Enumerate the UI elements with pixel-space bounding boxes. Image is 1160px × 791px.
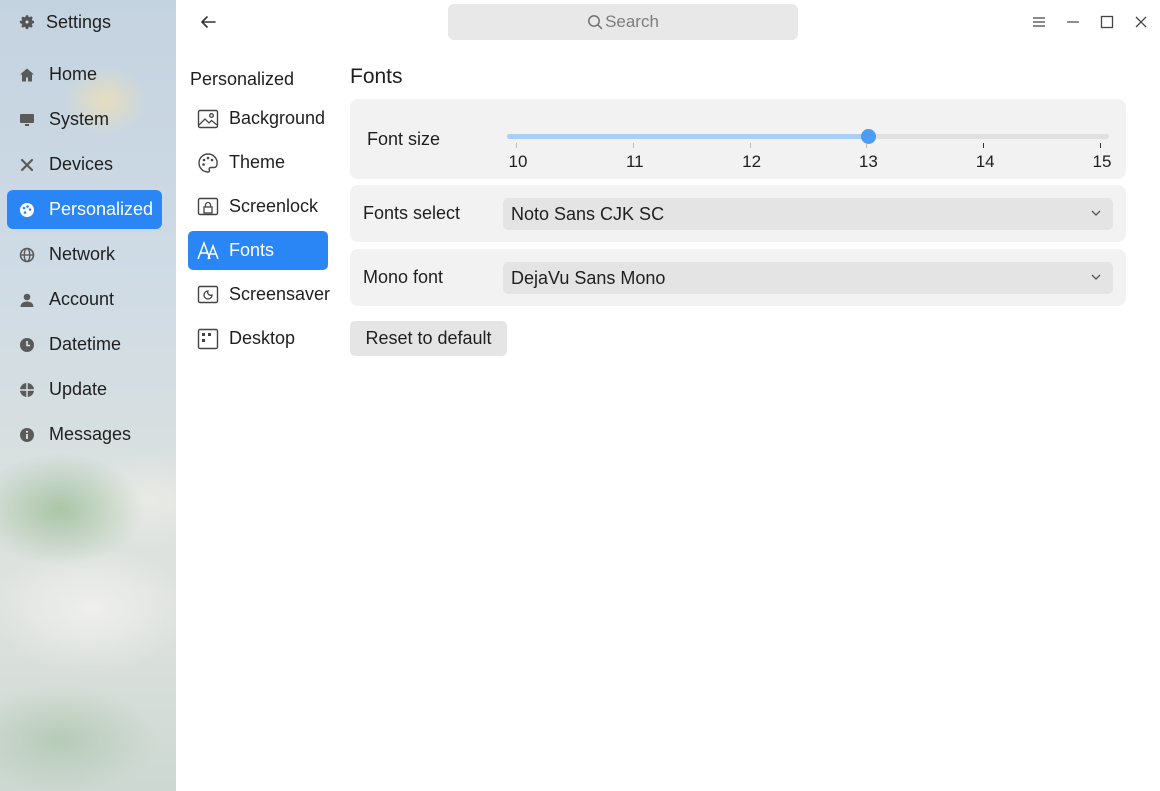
sidebar-item-account[interactable]: Account xyxy=(7,280,162,319)
subnav-item-label: Background xyxy=(229,108,326,128)
back-arrow-icon xyxy=(201,16,216,28)
maximize-icon xyxy=(1100,15,1114,29)
chevron-down-icon xyxy=(1091,274,1101,280)
slider-fill xyxy=(507,134,869,139)
sidebar-item-network[interactable]: Network xyxy=(7,235,162,274)
clock-icon xyxy=(19,337,35,353)
mono-font-value: DejaVu Sans Mono xyxy=(511,267,666,288)
chevron-down-icon xyxy=(1091,210,1101,216)
sidebar-item-label: Devices xyxy=(49,154,114,174)
search-placeholder: Search xyxy=(605,12,659,31)
menu-icon xyxy=(1033,17,1045,27)
subnav-title: Personalized xyxy=(190,69,295,89)
slider-tick-label: 14 xyxy=(975,152,995,171)
slider-tick xyxy=(632,143,634,148)
page-title: Fonts xyxy=(350,65,403,88)
fonts-select-label: Fonts select xyxy=(363,203,461,223)
subnav-item-label: Screenlock xyxy=(229,196,319,216)
font-size-card: Font size 10 11 12 13 14 15 xyxy=(350,99,1126,179)
sidebar-item-home[interactable]: Home xyxy=(7,55,162,94)
slider-tick xyxy=(983,143,985,148)
fonts-select-dropdown[interactable]: Noto Sans CJK SC xyxy=(503,198,1113,230)
sidebar-nav: Home System Devices Personalized Network… xyxy=(7,55,162,460)
sidebar: Settings Home System Devices Personalize… xyxy=(0,0,176,791)
user-icon xyxy=(19,292,35,308)
sidebar-item-messages[interactable]: Messages xyxy=(7,415,162,454)
sidebar-item-personalized[interactable]: Personalized xyxy=(7,190,162,229)
slider-tick-label: 15 xyxy=(1092,152,1112,171)
globe-icon xyxy=(19,247,35,263)
subnav-item-theme[interactable]: Theme xyxy=(188,143,328,182)
font-size-slider[interactable] xyxy=(507,129,1109,144)
monitor-icon xyxy=(19,112,35,128)
sidebar-item-devices[interactable]: Devices xyxy=(7,145,162,184)
slider-tick-label: 13 xyxy=(858,152,878,171)
reset-to-default-button[interactable]: Reset to default xyxy=(350,321,507,356)
app-title: Settings xyxy=(46,11,112,32)
desktop-grid-icon xyxy=(197,328,219,350)
subnav-item-desktop[interactable]: Desktop xyxy=(188,319,328,358)
close-icon xyxy=(1135,16,1147,28)
fonts-select-value: Noto Sans CJK SC xyxy=(511,203,665,224)
subnav-item-label: Desktop xyxy=(229,328,296,348)
subnav-item-screenlock[interactable]: Screenlock xyxy=(188,187,328,226)
screenlock-icon xyxy=(197,196,219,218)
maximize-button[interactable] xyxy=(1097,12,1117,32)
font-size-label: Font size xyxy=(367,129,441,149)
subnav-item-fonts[interactable]: Fonts xyxy=(188,231,328,270)
sidebar-item-label: Messages xyxy=(49,424,132,444)
sidebar-item-label: System xyxy=(49,109,110,129)
fonts-select-card: Fonts select Noto Sans CJK SC xyxy=(350,185,1126,242)
slider-tick-label: 10 xyxy=(508,152,528,171)
home-icon xyxy=(19,67,35,83)
sidebar-item-label: Account xyxy=(49,289,115,309)
sidebar-item-system[interactable]: System xyxy=(7,100,162,139)
palette-icon xyxy=(197,152,219,174)
subnav-item-screensaver[interactable]: Screensaver xyxy=(188,275,331,314)
mono-font-dropdown[interactable]: DejaVu Sans Mono xyxy=(503,262,1113,294)
app-title-bar: Settings xyxy=(18,9,111,35)
sidebar-item-label: Home xyxy=(49,64,98,84)
subnav-item-label: Screensaver xyxy=(229,284,331,304)
menu-button[interactable] xyxy=(1029,12,1049,32)
slider-tick xyxy=(516,143,517,148)
slider-tick xyxy=(749,143,751,148)
sidebar-item-label: Personalized xyxy=(49,199,154,219)
subnav-item-label: Fonts xyxy=(229,240,275,260)
sidebar-item-label: Datetime xyxy=(49,334,122,354)
back-button[interactable] xyxy=(196,10,220,34)
slider-tick-label: 11 xyxy=(625,152,644,171)
gear-icon xyxy=(19,15,35,29)
update-icon xyxy=(19,382,35,398)
search-input[interactable]: Search xyxy=(448,4,798,40)
sidebar-item-update[interactable]: Update xyxy=(7,370,162,409)
slider-tick xyxy=(866,143,868,148)
tools-icon xyxy=(19,157,35,173)
search-icon xyxy=(588,15,603,30)
mono-font-card: Mono font DejaVu Sans Mono xyxy=(350,249,1126,306)
subnav-item-background[interactable]: Background xyxy=(188,99,328,138)
mono-font-label: Mono font xyxy=(363,267,444,287)
slider-tick-label: 12 xyxy=(742,152,762,171)
slider-handle[interactable] xyxy=(861,129,877,144)
sidebar-item-label: Network xyxy=(49,244,116,264)
close-button[interactable] xyxy=(1131,12,1151,32)
minimize-button[interactable] xyxy=(1063,12,1083,32)
sidebar-item-label: Update xyxy=(49,379,108,399)
palette-icon xyxy=(19,202,35,218)
screensaver-icon xyxy=(197,284,219,306)
font-icon xyxy=(197,240,219,262)
subnav-item-label: Theme xyxy=(229,152,286,172)
minimize-icon xyxy=(1067,21,1079,23)
image-icon xyxy=(197,108,219,130)
sidebar-item-datetime[interactable]: Datetime xyxy=(7,325,162,364)
info-icon xyxy=(19,427,35,443)
slider-tick xyxy=(1100,143,1101,148)
subnav: Background Theme Screenlock Fonts Screen… xyxy=(188,99,331,363)
